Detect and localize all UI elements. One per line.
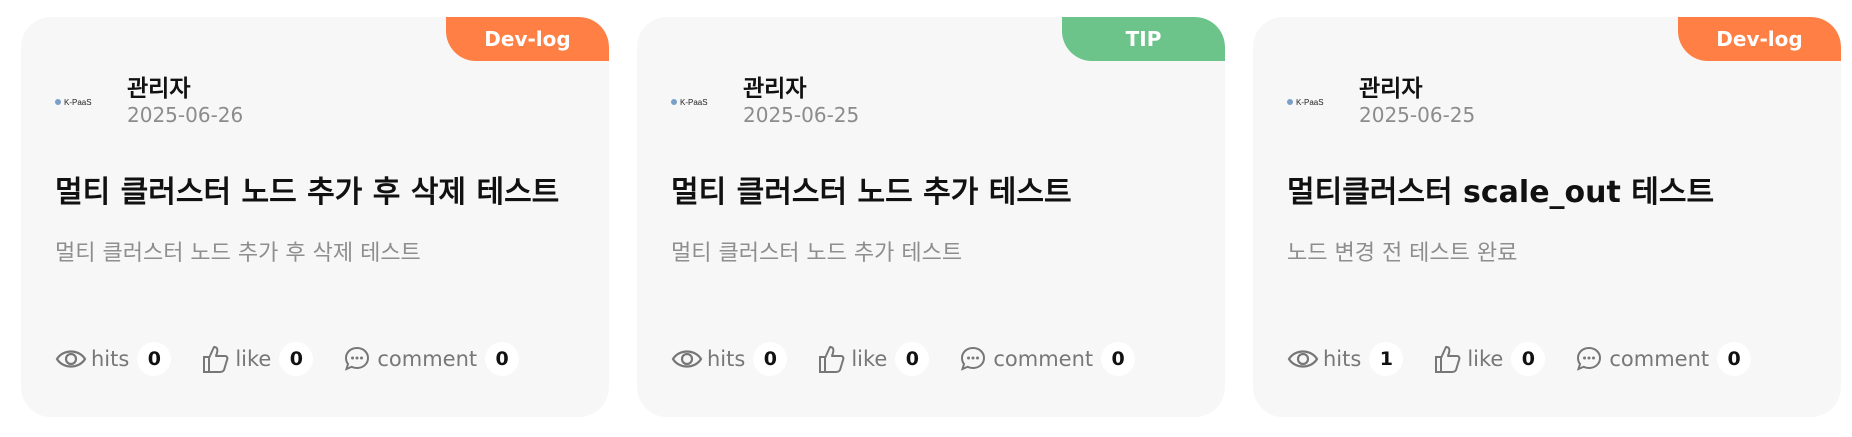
post-title[interactable]: 멀티 클러스터 노드 추가 후 삭제 테스트 xyxy=(55,167,559,211)
comment-stat[interactable]: comment 0 xyxy=(957,342,1136,376)
post-card[interactable]: Dev-log K-PaaS 관리자 2025-06-26 멀티 클러스터 노드… xyxy=(21,17,609,417)
post-date: 2025-06-25 xyxy=(743,103,860,127)
like-stat[interactable]: like 0 xyxy=(815,342,930,376)
like-count: 0 xyxy=(1511,342,1546,376)
comment-stat[interactable]: comment 0 xyxy=(341,342,520,376)
post-summary: 노드 변경 전 테스트 완료 xyxy=(1287,241,1518,266)
post-card[interactable]: Dev-log K-PaaS 관리자 2025-06-25 멀티클러스터 sca… xyxy=(1253,17,1841,417)
like-count: 0 xyxy=(895,342,930,376)
eye-icon xyxy=(1287,343,1319,375)
comment-count: 0 xyxy=(485,342,520,376)
comment-label: comment xyxy=(1609,347,1710,371)
hits-count: 0 xyxy=(137,342,172,376)
post-stats: hits 0 like 0 comment 0 xyxy=(671,339,1163,379)
post-title[interactable]: 멀티클러스터 scale_out 테스트 xyxy=(1287,167,1714,211)
post-stats: hits 1 like 0 comment 0 xyxy=(1287,339,1779,379)
like-label: like xyxy=(851,347,888,371)
post-summary: 멀티 클러스터 노드 추가 테스트 xyxy=(671,241,963,266)
comment-bubble-icon[interactable] xyxy=(957,343,989,375)
thumbs-up-icon[interactable] xyxy=(199,343,231,375)
eye-icon xyxy=(671,343,703,375)
logo-dot-icon xyxy=(671,99,677,105)
author-name: 관리자 xyxy=(127,76,191,102)
logo-dot-icon xyxy=(55,99,61,105)
avatar: K-PaaS xyxy=(1287,91,1347,113)
like-label: like xyxy=(1467,347,1504,371)
hits-label: hits xyxy=(707,347,746,371)
logo-dot-icon xyxy=(1287,99,1293,105)
author-name: 관리자 xyxy=(1359,76,1423,102)
hits-count: 0 xyxy=(753,342,788,376)
comment-bubble-icon[interactable] xyxy=(341,343,373,375)
category-tag: Dev-log xyxy=(446,17,609,61)
avatar-logo-text: K-PaaS xyxy=(64,97,92,107)
category-tag: TIP xyxy=(1062,17,1225,61)
hits-label: hits xyxy=(91,347,130,371)
comment-count: 0 xyxy=(1101,342,1136,376)
hits-stat: hits 0 xyxy=(671,342,788,376)
thumbs-up-icon[interactable] xyxy=(1431,343,1463,375)
post-summary: 멀티 클러스터 노드 추가 후 삭제 테스트 xyxy=(55,241,421,266)
post-title[interactable]: 멀티 클러스터 노드 추가 테스트 xyxy=(671,167,1072,211)
hits-label: hits xyxy=(1323,347,1362,371)
like-stat[interactable]: like 0 xyxy=(199,342,314,376)
avatar: K-PaaS xyxy=(55,91,115,113)
comment-count: 0 xyxy=(1717,342,1752,376)
avatar: K-PaaS xyxy=(671,91,731,113)
comment-stat[interactable]: comment 0 xyxy=(1573,342,1752,376)
avatar-logo-text: K-PaaS xyxy=(1296,97,1324,107)
comment-label: comment xyxy=(377,347,478,371)
like-label: like xyxy=(235,347,272,371)
thumbs-up-icon[interactable] xyxy=(815,343,847,375)
post-date: 2025-06-25 xyxy=(1359,103,1476,127)
comment-label: comment xyxy=(993,347,1094,371)
avatar-logo-text: K-PaaS xyxy=(680,97,708,107)
like-count: 0 xyxy=(279,342,314,376)
hits-stat: hits 1 xyxy=(1287,342,1404,376)
hits-count: 1 xyxy=(1369,342,1404,376)
category-tag: Dev-log xyxy=(1678,17,1841,61)
comment-bubble-icon[interactable] xyxy=(1573,343,1605,375)
author-name: 관리자 xyxy=(743,76,807,102)
post-card[interactable]: TIP K-PaaS 관리자 2025-06-25 멀티 클러스터 노드 추가 … xyxy=(637,17,1225,417)
eye-icon xyxy=(55,343,87,375)
like-stat[interactable]: like 0 xyxy=(1431,342,1546,376)
post-date: 2025-06-26 xyxy=(127,103,244,127)
hits-stat: hits 0 xyxy=(55,342,172,376)
post-stats: hits 0 like 0 comment 0 xyxy=(55,339,547,379)
